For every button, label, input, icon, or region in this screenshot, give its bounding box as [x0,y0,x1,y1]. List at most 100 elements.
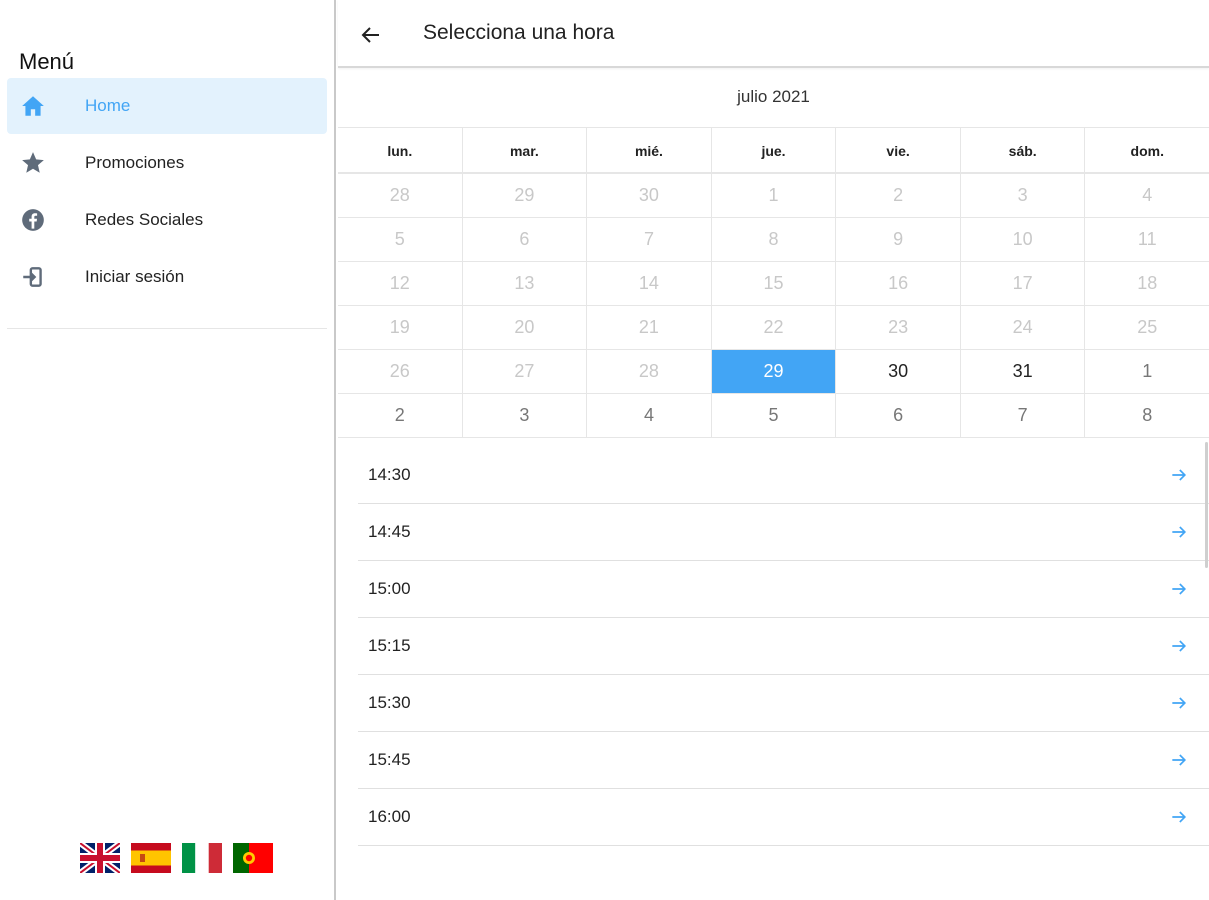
login-icon [7,264,59,290]
calendar-day[interactable]: 7 [959,394,1085,437]
arrow-forward-icon [1172,469,1187,481]
back-button[interactable] [356,20,386,50]
calendar-day: 27 [461,350,587,393]
sidebar-item-home[interactable]: Home [7,78,327,134]
italy-flag[interactable] [182,843,222,873]
calendar-weekday-header: lun. mar. mié. jue. vie. sáb. dom. [338,127,1209,174]
calendar-week: 26 27 28 29 30 31 1 [338,350,1209,394]
arrow-forward-icon [1172,640,1187,652]
calendar-day: 11 [1084,218,1209,261]
calendar-day: 15 [710,262,836,305]
sidebar-item-label: Promociones [85,153,185,172]
calendar-day: 22 [710,306,836,349]
calendar-day[interactable]: 5 [710,394,836,437]
home-icon [7,93,59,119]
weekday-label: dom. [1084,128,1209,172]
arrow-back-icon [361,27,379,43]
language-flags [80,843,273,873]
calendar-day: 17 [959,262,1085,305]
menu-divider [7,328,327,329]
calendar-day: 16 [835,262,960,305]
time-slot-label: 14:45 [368,522,411,541]
time-slot[interactable]: 14:45 [358,504,1209,561]
arrow-forward-icon [1172,754,1187,766]
main-content: Selecciona una hora julio 2021 lun. mar.… [338,0,1209,900]
sidebar-item-redes-sociales[interactable]: Redes Sociales [7,192,327,248]
calendar-day: 3 [959,174,1085,217]
calendar-day: 6 [461,218,587,261]
weekday-label: jue. [710,128,836,172]
time-slot-label: 15:30 [368,693,411,712]
weekday-label: mié. [586,128,711,172]
time-slot-label: 16:00 [368,807,411,826]
calendar-day: 2 [835,174,960,217]
calendar-day: 10 [959,218,1085,261]
arrow-forward-icon [1172,583,1187,595]
calendar-day: 30 [586,174,711,217]
calendar-day: 29 [461,174,587,217]
star-icon [7,150,59,176]
calendar-day[interactable]: 1 [1084,350,1209,393]
calendar-day: 18 [1084,262,1209,305]
calendar-day: 28 [586,350,711,393]
time-slot[interactable]: 16:00 [358,789,1209,846]
time-slot-label: 15:00 [368,579,411,598]
calendar-day: 26 [389,361,410,381]
calendar-day[interactable]: 8 [1084,394,1209,437]
calendar-day-selected[interactable]: 29 [710,350,836,393]
calendar-day: 13 [461,262,587,305]
calendar-day: 25 [1084,306,1209,349]
calendar-day[interactable]: 2 [338,394,462,437]
facebook-icon [7,207,59,233]
time-slot-label: 15:15 [368,636,411,655]
weekday-label: lun. [387,143,413,159]
calendar-week: 19 20 21 22 23 24 25 [338,306,1209,350]
sidebar-item-label: Home [85,96,131,115]
calendar-day[interactable]: 30 [835,350,960,393]
calendar-day: 19 [389,317,410,337]
uk-flag[interactable] [80,843,120,873]
calendar-week: 2 3 4 5 6 7 8 [338,394,1209,438]
calendar-week: 12 13 14 15 16 17 18 [338,262,1209,306]
calendar-month-label: julio 2021 [737,87,810,106]
spain-flag[interactable] [131,843,171,873]
calendar-day: 12 [389,273,410,293]
calendar-day: 9 [835,218,960,261]
calendar-day: 5 [394,229,405,249]
page-title: Selecciona una hora [423,21,615,44]
time-slot[interactable]: 15:45 [358,732,1209,789]
sidebar-item-iniciar-sesion[interactable]: Iniciar sesión [7,249,327,305]
weekday-label: mar. [461,128,587,172]
calendar-week: 28 29 30 1 2 3 4 [338,174,1209,218]
time-slot[interactable]: 15:15 [358,618,1209,675]
calendar-day: 4 [1084,174,1209,217]
sidebar-item-label: Iniciar sesión [85,267,185,286]
calendar-day: 7 [586,218,711,261]
sidebar: Menú Home Promociones Redes Sociales Ini… [0,0,336,900]
arrow-forward-icon [1172,526,1187,538]
weekday-label: sáb. [959,128,1085,172]
weekday-label: vie. [835,128,960,172]
time-list-scrollbar[interactable] [1205,442,1208,568]
calendar-day[interactable]: 3 [461,394,587,437]
calendar-day[interactable]: 6 [835,394,960,437]
menu-list: Home Promociones Redes Sociales Iniciar … [7,78,327,306]
time-slot-list: 14:30 14:45 15:00 15:15 15:30 15:45 16:0… [358,447,1209,846]
time-slot[interactable]: 15:30 [358,675,1209,732]
calendar-day: 24 [959,306,1085,349]
menu-title: Menú [19,49,75,74]
time-slot[interactable]: 15:00 [358,561,1209,618]
calendar-day: 21 [586,306,711,349]
arrow-forward-icon [1172,811,1187,823]
sidebar-item-promociones[interactable]: Promociones [7,135,327,191]
calendar-day: 28 [389,185,410,205]
calendar-day: 8 [710,218,836,261]
calendar-day[interactable]: 4 [586,394,711,437]
portugal-flag[interactable] [233,843,273,873]
arrow-forward-icon [1172,697,1187,709]
calendar-day: 1 [710,174,836,217]
calendar-day: 23 [835,306,960,349]
app-bar: Selecciona una hora [338,0,1209,68]
time-slot[interactable]: 14:30 [358,447,1209,504]
calendar-day[interactable]: 31 [959,350,1085,393]
